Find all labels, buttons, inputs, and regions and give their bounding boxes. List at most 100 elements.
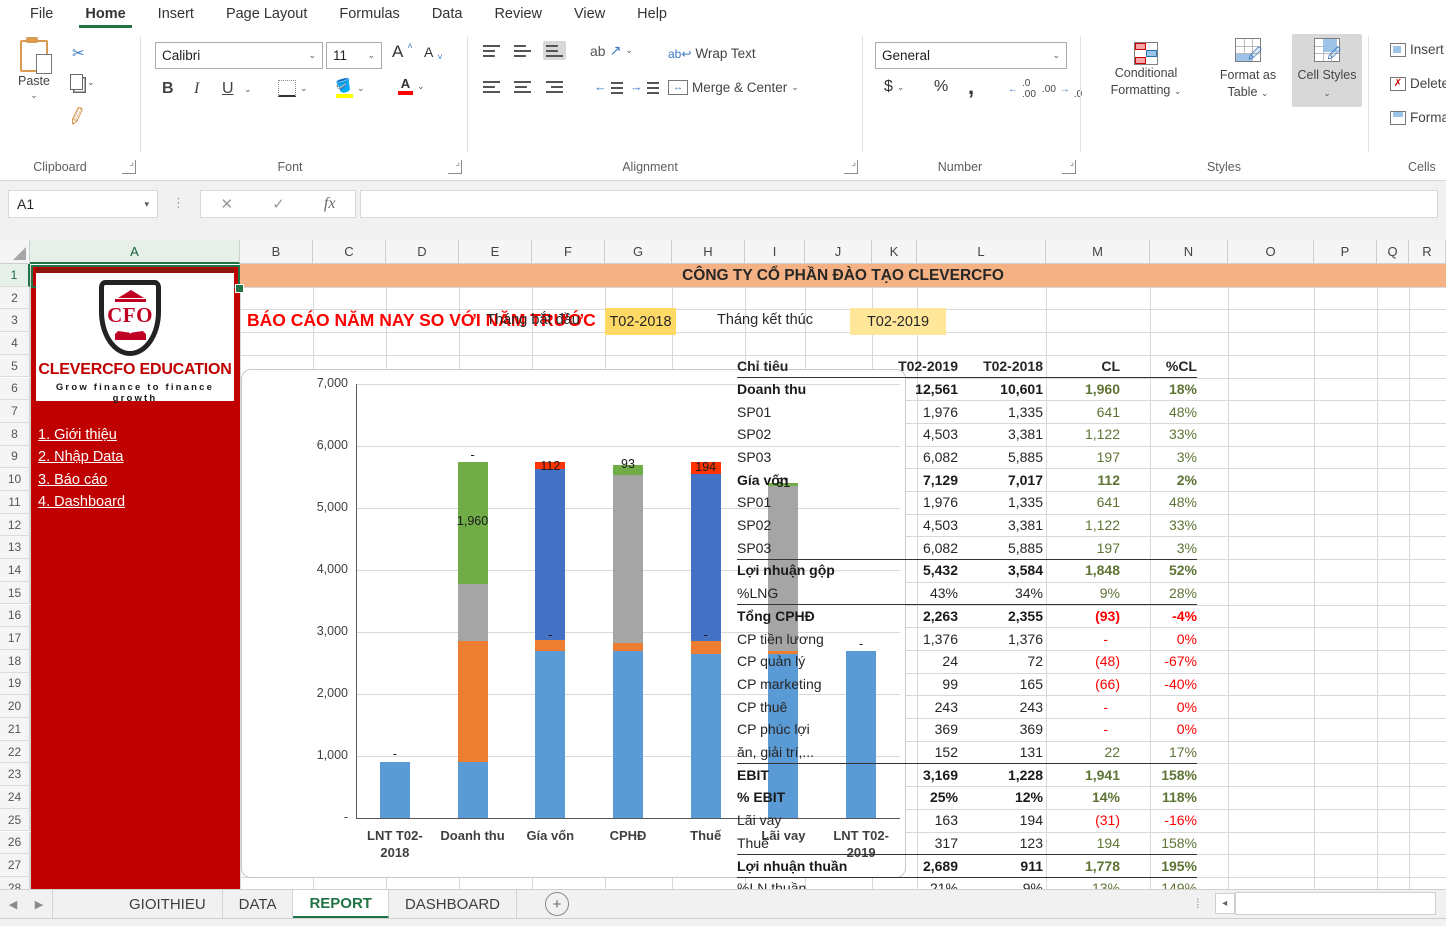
table-cell[interactable]: 1,976 [868,400,958,423]
table-cell[interactable]: 24 [868,650,958,673]
table-cell[interactable]: 10,601 [953,377,1043,400]
align-right-button[interactable] [546,80,563,93]
align-center-button[interactable] [514,80,531,93]
table-cell[interactable]: 0% [1121,695,1197,718]
sidebar-link-4[interactable]: 4. Dashboard [38,494,125,510]
table-cell[interactable]: 52% [1121,559,1197,582]
row-header-13[interactable]: 13 [0,536,30,559]
table-row-label[interactable]: Gía vốn [737,468,867,491]
conditional-formatting-button[interactable]: Conditional Formatting ⌄ [1096,38,1196,99]
table-cell[interactable]: 158% [1121,763,1197,786]
ribbon-tab-data[interactable]: Data [416,2,479,26]
fill-handle[interactable] [235,284,244,293]
ribbon-tab-home[interactable]: Home [69,2,141,26]
table-cell[interactable]: 1,376 [953,627,1043,650]
row-header-27[interactable]: 27 [0,854,30,877]
table-cell[interactable]: 3,381 [953,514,1043,537]
table-cell[interactable]: 3,584 [953,559,1043,582]
column-header-R[interactable]: R [1409,240,1446,264]
table-cell[interactable]: 1,122 [1044,514,1120,537]
sheet-tab-gioithieu[interactable]: GIOITHIEU [113,890,223,918]
table-cell[interactable]: 149% [1121,877,1197,889]
row-header-8[interactable]: 8 [0,423,30,446]
table-cell[interactable]: 1,376 [868,627,958,650]
table-cell[interactable]: 0% [1121,627,1197,650]
table-cell[interactable]: -67% [1121,650,1197,673]
column-header-I[interactable]: I [745,240,805,264]
number-dialog-launcher[interactable] [1062,160,1076,174]
table-cell[interactable]: 33% [1121,514,1197,537]
row-header-21[interactable]: 21 [0,718,30,741]
row-header-15[interactable]: 15 [0,582,30,605]
table-cell[interactable]: 9% [1044,582,1120,605]
table-cell[interactable]: 18% [1121,377,1197,400]
align-middle-button[interactable] [514,44,531,57]
table-row-label[interactable]: CP tiền lương [737,627,867,650]
table-row-label[interactable]: CP marketing [737,673,867,696]
row-header-16[interactable]: 16 [0,605,30,628]
column-header-A[interactable]: A [30,240,240,264]
row-header-5[interactable]: 5 [0,355,30,378]
row-header-25[interactable]: 25 [0,809,30,832]
table-cell[interactable]: 3% [1121,536,1197,559]
horizontal-scrollbar[interactable]: ⁞ ◂ [1196,893,1436,914]
cancel-icon[interactable]: ✕ [221,195,234,213]
table-cell[interactable]: 34% [953,582,1043,605]
row-header-3[interactable]: 3 [0,309,30,332]
table-header-cell[interactable]: Chỉ tiêu [737,355,867,378]
table-cell[interactable]: 369 [868,718,958,741]
table-cell[interactable]: 0% [1121,718,1197,741]
table-cell[interactable]: 22 [1044,741,1120,764]
column-header-P[interactable]: P [1314,240,1377,264]
name-box[interactable]: A1 ▾ [8,190,158,218]
table-row-label[interactable]: EBIT [737,763,867,786]
align-left-button[interactable] [483,80,500,93]
table-row-label[interactable]: SP01 [737,491,867,514]
table-cell[interactable]: 2% [1121,468,1197,491]
table-cell[interactable]: -16% [1121,809,1197,832]
ribbon-tab-file[interactable]: File [14,2,69,26]
font-size-select[interactable]: 11⌄ [326,42,382,69]
table-cell[interactable]: 152 [868,741,958,764]
column-header-K[interactable]: K [872,240,917,264]
table-cell[interactable]: 243 [953,695,1043,718]
scrollbar-thumb[interactable] [1235,892,1436,915]
sheet-tab-data[interactable]: DATA [223,890,294,918]
table-row-label[interactable]: ăn, giải trí,... [737,741,867,764]
table-row-label[interactable]: Lợi nhuận thuần [737,854,867,877]
table-cell[interactable]: 1,976 [868,491,958,514]
underline-button[interactable]: U [222,80,234,98]
row-header-12[interactable]: 12 [0,514,30,537]
table-cell[interactable]: 641 [1044,400,1120,423]
end-month-value[interactable]: T02-2019 [850,308,946,335]
table-cell[interactable]: 369 [953,718,1043,741]
fill-color-button[interactable]: 🪣 ⌄ [336,78,365,98]
table-row-label[interactable]: CP quản lý [737,650,867,673]
table-row-label[interactable]: Doanh thu [737,377,867,400]
row-header-22[interactable]: 22 [0,741,30,764]
row-header-11[interactable]: 11 [0,491,30,514]
column-header-H[interactable]: H [672,240,745,264]
table-cell[interactable]: 14% [1044,786,1120,809]
table-row-label[interactable]: Lãi vay [737,809,867,832]
ribbon-tab-review[interactable]: Review [478,2,558,26]
table-cell[interactable]: 3% [1121,446,1197,469]
format-cells-button[interactable]: Format [1390,110,1446,125]
table-row-label[interactable]: CP phúc lợi [737,718,867,741]
table-cell[interactable]: 2,355 [953,604,1043,627]
borders-button[interactable]: ⌄ [278,80,308,97]
table-cell[interactable]: 7,129 [868,468,958,491]
row-header-9[interactable]: 9 [0,446,30,469]
row-header-10[interactable]: 10 [0,468,30,491]
table-cell[interactable]: 4,503 [868,514,958,537]
table-cell[interactable]: 1,228 [953,763,1043,786]
table-header-cell[interactable]: CL [1044,355,1120,378]
enter-icon[interactable]: ✓ [272,195,285,213]
font-color-button[interactable]: A ⌄ [398,78,425,95]
table-row-label[interactable]: CP thuê [737,695,867,718]
table-row-label[interactable]: SP02 [737,514,867,537]
table-cell[interactable]: 641 [1044,491,1120,514]
row-header-17[interactable]: 17 [0,627,30,650]
ribbon-tab-view[interactable]: View [558,2,621,26]
table-cell[interactable]: 5,432 [868,559,958,582]
